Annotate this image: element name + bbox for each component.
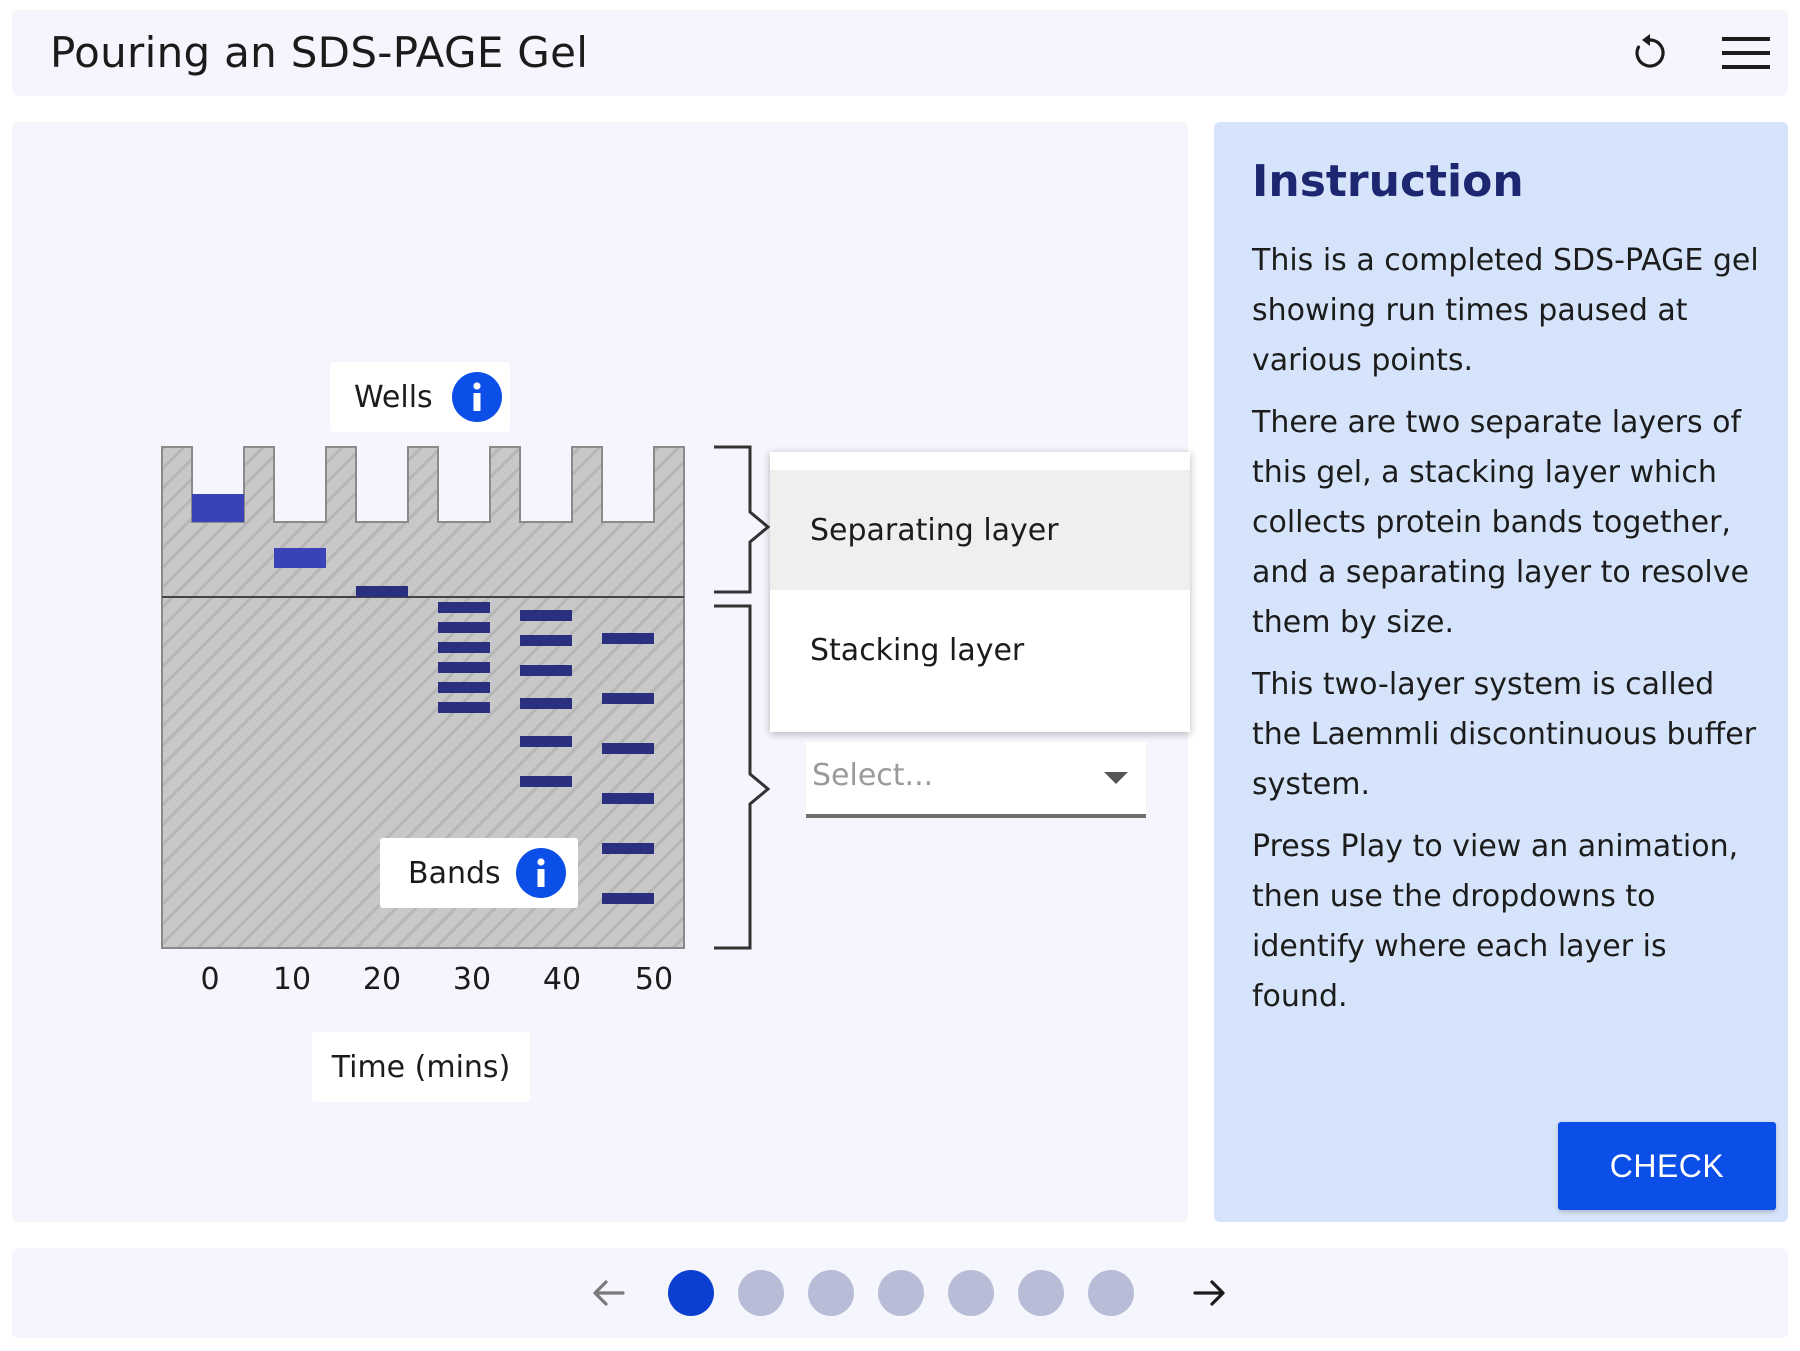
page-dot-3[interactable]	[808, 1270, 854, 1316]
lower-bracket	[714, 604, 771, 950]
gel-workspace: Wells Bands 0 10 20 30 40 50 Time (mins)…	[12, 122, 1190, 1222]
arrow-right-icon	[1193, 1280, 1225, 1306]
wells-label: Wells	[330, 362, 510, 432]
bands-label-text: Bands	[408, 855, 501, 891]
instruction-paragraph: There are two separate layers of this ge…	[1252, 405, 1749, 640]
bands-info-icon[interactable]	[516, 848, 566, 898]
menu-button[interactable]	[1718, 28, 1774, 78]
band	[356, 586, 408, 597]
instruction-title: Instruction	[1252, 156, 1524, 207]
page-dot-2[interactable]	[738, 1270, 784, 1316]
dropdown-option-separating[interactable]: Separating layer	[770, 470, 1190, 590]
page-dot-4[interactable]	[878, 1270, 924, 1316]
check-button[interactable]: CHECK	[1558, 1122, 1776, 1210]
instruction-paragraph: Press Play to view an animation, then us…	[1252, 829, 1739, 1014]
header-bar: Pouring an SDS-PAGE Gel	[12, 10, 1788, 96]
instruction-paragraph: This is a completed SDS-PAGE gel showing…	[1252, 243, 1759, 378]
previous-button[interactable]	[584, 1268, 634, 1318]
caret-down-icon	[1104, 772, 1128, 784]
next-button[interactable]	[1184, 1268, 1234, 1318]
pagination-bar	[12, 1248, 1788, 1338]
page-dot-6[interactable]	[1018, 1270, 1064, 1316]
time-tick: 0	[200, 962, 220, 997]
instruction-panel: Instruction This is a completed SDS-PAGE…	[1214, 122, 1788, 1222]
layer-dropdown-menu: Separating layer Stacking layer	[770, 452, 1190, 732]
reset-button[interactable]	[1622, 28, 1678, 78]
arrow-left-icon	[593, 1280, 625, 1306]
time-tick: 50	[634, 962, 674, 997]
lower-layer-select[interactable]: Select...	[806, 742, 1146, 818]
info-icon	[537, 858, 545, 887]
wells-label-text: Wells	[354, 379, 433, 415]
band	[192, 494, 244, 522]
wells-info-icon[interactable]	[452, 372, 502, 422]
page-title: Pouring an SDS-PAGE Gel	[50, 28, 589, 77]
menu-icon	[1722, 37, 1770, 69]
time-tick: 40	[542, 962, 582, 997]
reset-icon	[1635, 34, 1665, 68]
instruction-body: This is a completed SDS-PAGE gel showing…	[1252, 236, 1762, 1034]
time-tick: 20	[362, 962, 402, 997]
time-tick: 10	[272, 962, 312, 997]
instruction-paragraph: This two-layer system is called the Laem…	[1252, 667, 1757, 802]
upper-bracket	[714, 445, 771, 594]
time-tick: 30	[452, 962, 492, 997]
time-axis-label: Time (mins)	[312, 1032, 530, 1102]
select-placeholder: Select...	[812, 758, 934, 793]
bands-label: Bands	[380, 838, 578, 908]
time-axis-ticks: 0 10 20 30 40 50	[162, 962, 702, 1002]
band	[274, 548, 326, 568]
info-icon	[473, 382, 481, 411]
page-dot-7[interactable]	[1088, 1270, 1134, 1316]
page-dot-1[interactable]	[668, 1270, 714, 1316]
dropdown-option-stacking[interactable]: Stacking layer	[770, 590, 1190, 710]
page-dot-5[interactable]	[948, 1270, 994, 1316]
